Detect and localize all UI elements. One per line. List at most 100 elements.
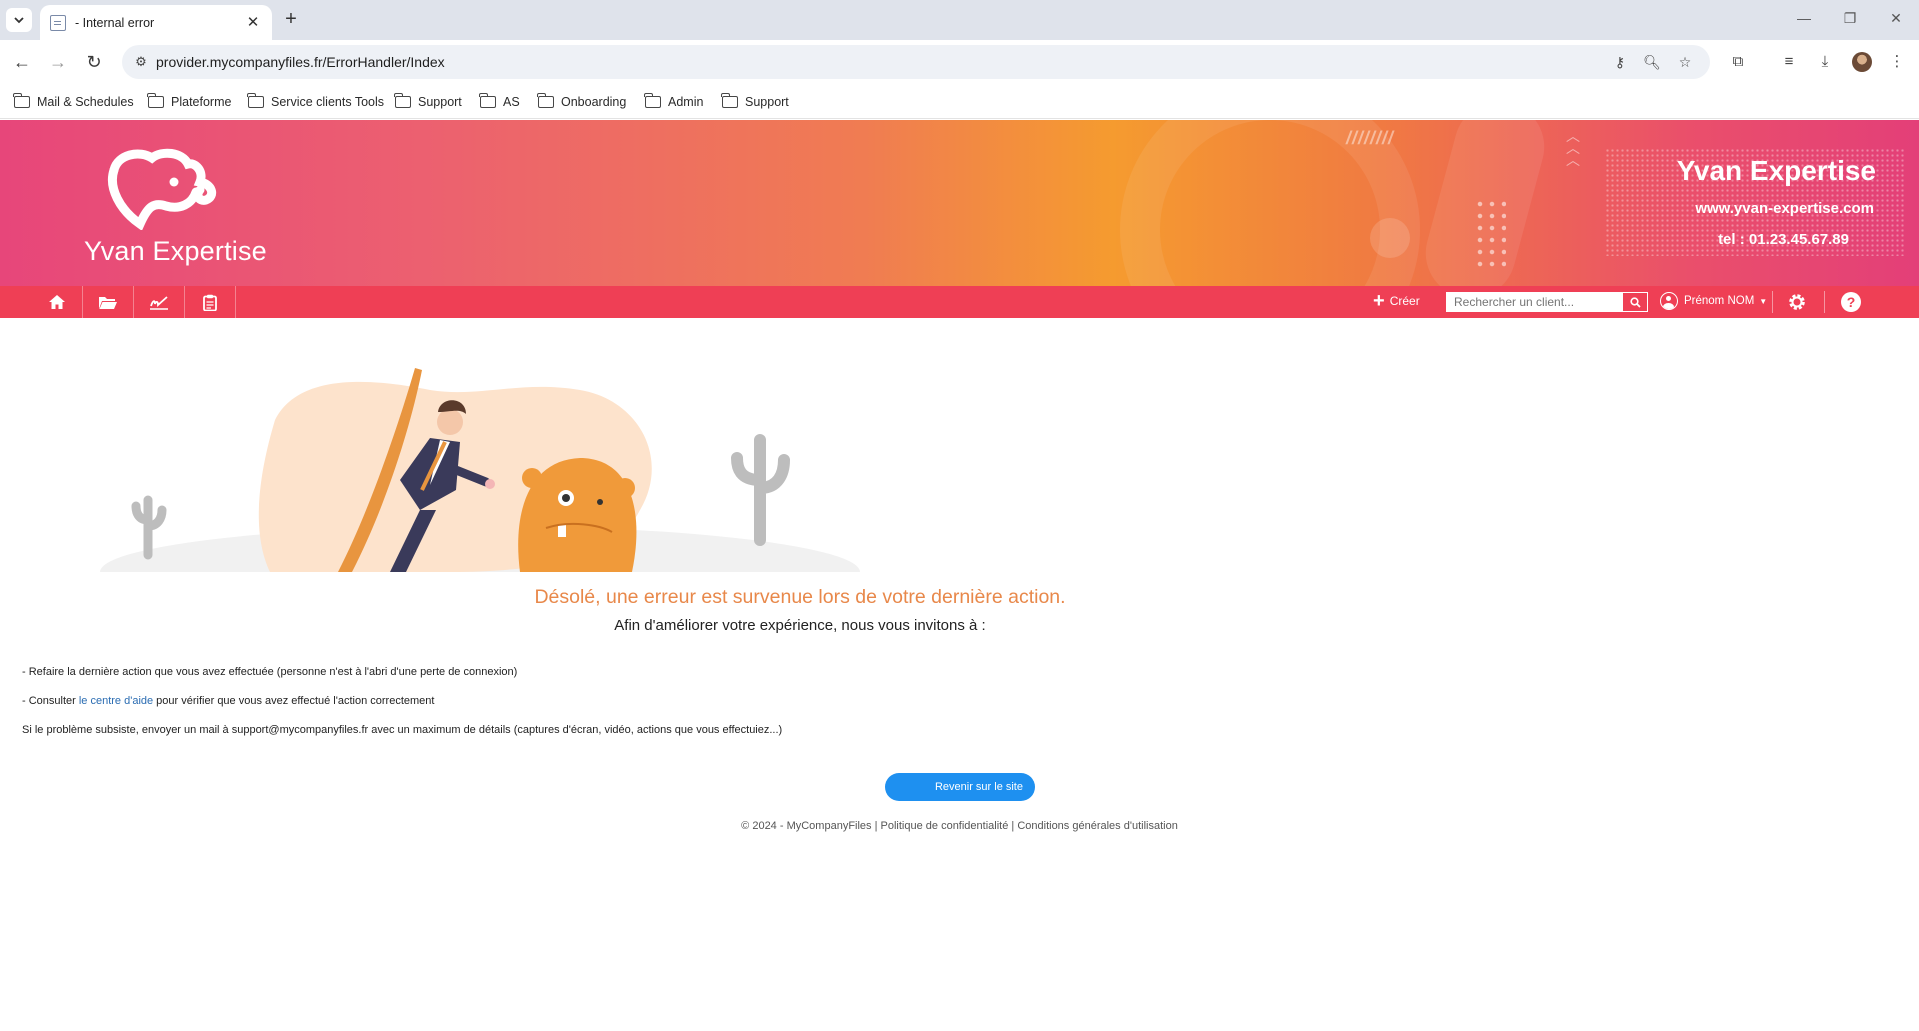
user-menu[interactable]: Prénom NOM ▼ bbox=[1660, 292, 1767, 310]
folder-icon bbox=[394, 93, 411, 108]
bookmark-label: Admin bbox=[668, 95, 704, 109]
bookmark-folder[interactable]: Support bbox=[394, 91, 462, 113]
header-banner bbox=[0, 120, 1919, 286]
chevron-down-icon bbox=[14, 17, 24, 24]
download-icon[interactable]: ⤓ bbox=[1814, 51, 1836, 73]
advice-line: - Refaire la dernière action que vous av… bbox=[22, 666, 518, 678]
help-center-link[interactable]: le centre d'aide bbox=[79, 695, 153, 707]
more-menu-icon[interactable]: ⋮ bbox=[1886, 51, 1908, 73]
banner-dot-pattern bbox=[1474, 198, 1506, 270]
elephant-logo-icon[interactable] bbox=[100, 148, 220, 230]
browser-tab-active[interactable]: - Internal error ✕ bbox=[40, 5, 272, 40]
chevron-up-icon: ︿ ︿ ︿ bbox=[1566, 128, 1580, 168]
tab-search-button[interactable] bbox=[6, 8, 32, 32]
bookmark-folder[interactable]: Support bbox=[721, 91, 789, 113]
brand-website: www.yvan-expertise.com bbox=[1695, 200, 1874, 217]
folder-icon bbox=[247, 93, 264, 108]
zoom-icon[interactable]: 🔍︎ bbox=[1642, 53, 1662, 71]
banner-slashes: //////// bbox=[1346, 128, 1395, 148]
create-button[interactable]: + Créer bbox=[1373, 290, 1420, 312]
logo-text: Yvan Expertise bbox=[84, 236, 267, 266]
folder-icon bbox=[721, 93, 738, 108]
browser-toolbar: ← → ↻ ⚙ provider.mycompanyfiles.fr/Error… bbox=[0, 40, 1919, 85]
site-info-icon[interactable]: ⚙ bbox=[132, 53, 150, 71]
bookmark-star-icon[interactable]: ☆ bbox=[1675, 53, 1695, 71]
folder-icon bbox=[13, 93, 30, 108]
browser-tab-bar: - Internal error ✕ + — ❐ ✕ bbox=[0, 0, 1919, 40]
minimize-icon[interactable]: — bbox=[1794, 10, 1814, 26]
advice-text: - Consulter bbox=[22, 695, 79, 707]
bookmark-label: Support bbox=[418, 95, 462, 109]
client-search-input[interactable] bbox=[1446, 292, 1622, 312]
user-icon bbox=[1660, 292, 1678, 310]
search-icon bbox=[1629, 296, 1641, 308]
nav-sign-button[interactable] bbox=[134, 286, 185, 318]
footer-copyright: © 2024 - MyCompanyFiles bbox=[741, 820, 872, 832]
folder-icon bbox=[537, 93, 554, 108]
bookmarks-bar: Mail & Schedules Plateforme Service clie… bbox=[0, 85, 1919, 119]
footer-separator: | bbox=[1008, 820, 1018, 832]
folder-icon bbox=[644, 93, 661, 108]
bookmark-label: AS bbox=[503, 95, 520, 109]
bookmark-label: Onboarding bbox=[561, 95, 627, 109]
new-tab-button[interactable]: + bbox=[280, 9, 302, 31]
bookmark-folder[interactable]: Service clients Tools bbox=[247, 91, 385, 113]
bookmark-label: Mail & Schedules bbox=[37, 95, 134, 109]
bookmark-label: Support bbox=[745, 95, 789, 109]
error-illustration bbox=[100, 368, 860, 572]
user-name: Prénom NOM bbox=[1684, 295, 1755, 307]
home-icon bbox=[49, 295, 65, 309]
advice-line: - Consulter le centre d'aide pour vérifi… bbox=[22, 695, 434, 707]
key-icon[interactable]: ⚷ bbox=[1610, 53, 1630, 71]
privacy-policy-link[interactable]: Politique de confidentialité bbox=[881, 820, 1009, 832]
back-to-site-button[interactable]: Revenir sur le site bbox=[885, 773, 1035, 801]
clipboard-icon bbox=[203, 294, 217, 311]
app-navbar: + Créer Prénom NOM ▼ ? bbox=[0, 286, 1919, 318]
caret-down-icon: ▼ bbox=[1759, 296, 1768, 306]
nav-clipboard-button[interactable] bbox=[185, 286, 236, 318]
navbar-divider bbox=[1772, 291, 1773, 313]
nav-home-button[interactable] bbox=[32, 286, 83, 318]
bookmark-folder[interactable]: Plateforme bbox=[147, 91, 232, 113]
bookmark-label: Service clients Tools bbox=[271, 95, 385, 109]
bookmark-folder[interactable]: Admin bbox=[644, 91, 704, 113]
folder-icon bbox=[479, 93, 496, 108]
plus-icon: + bbox=[1373, 290, 1385, 312]
help-icon[interactable]: ? bbox=[1841, 292, 1861, 312]
create-label: Créer bbox=[1389, 294, 1420, 308]
footer-separator: | bbox=[871, 820, 881, 832]
back-arrow-icon[interactable]: ← bbox=[10, 50, 34, 74]
profile-avatar[interactable] bbox=[1852, 52, 1872, 72]
bookmark-label: Plateforme bbox=[171, 95, 232, 109]
bookmark-folder[interactable]: AS bbox=[479, 91, 520, 113]
error-subtitle: Afin d'améliorer votre expérience, nous … bbox=[614, 617, 986, 634]
gear-icon[interactable] bbox=[1787, 292, 1807, 312]
extensions-icon[interactable]: ⧉ bbox=[1727, 51, 1749, 73]
nav-files-button[interactable] bbox=[83, 286, 134, 318]
error-title: Désolé, une erreur est survenue lors de … bbox=[534, 586, 1066, 608]
bookmark-folder[interactable]: Onboarding bbox=[537, 91, 627, 113]
folder-icon bbox=[147, 93, 164, 108]
brand-title: Yvan Expertise bbox=[1676, 155, 1876, 186]
restore-icon[interactable]: ❐ bbox=[1840, 10, 1860, 27]
folder-open-icon bbox=[99, 296, 117, 309]
advice-text: pour vérifier que vous avez effectué l'a… bbox=[153, 695, 435, 707]
signature-icon bbox=[150, 296, 168, 310]
terms-link[interactable]: Conditions générales d'utilisation bbox=[1017, 820, 1177, 832]
brand-phone: tel : 01.23.45.67.89 bbox=[1718, 231, 1849, 248]
tab-close-icon[interactable]: ✕ bbox=[244, 14, 262, 32]
banner-decoration bbox=[1370, 218, 1410, 258]
bookmark-folder[interactable]: Mail & Schedules bbox=[13, 91, 134, 113]
page-favicon-icon bbox=[50, 14, 66, 31]
address-url[interactable]: provider.mycompanyfiles.fr/ErrorHandler/… bbox=[156, 54, 445, 70]
tab-title: - Internal error bbox=[75, 15, 155, 30]
search-button[interactable] bbox=[1622, 292, 1648, 312]
footer: © 2024 - MyCompanyFiles | Politique de c… bbox=[0, 820, 1919, 832]
reload-icon[interactable]: ↻ bbox=[82, 50, 106, 74]
media-playlist-icon[interactable]: ≡ bbox=[1778, 51, 1800, 73]
support-instructions: Si le problème subsiste, envoyer un mail… bbox=[22, 724, 783, 736]
address-bar[interactable]: ⚙ provider.mycompanyfiles.fr/ErrorHandle… bbox=[122, 45, 1710, 79]
forward-arrow-icon[interactable]: → bbox=[46, 50, 70, 74]
navbar-divider bbox=[1824, 291, 1825, 313]
close-window-icon[interactable]: ✕ bbox=[1886, 10, 1906, 27]
